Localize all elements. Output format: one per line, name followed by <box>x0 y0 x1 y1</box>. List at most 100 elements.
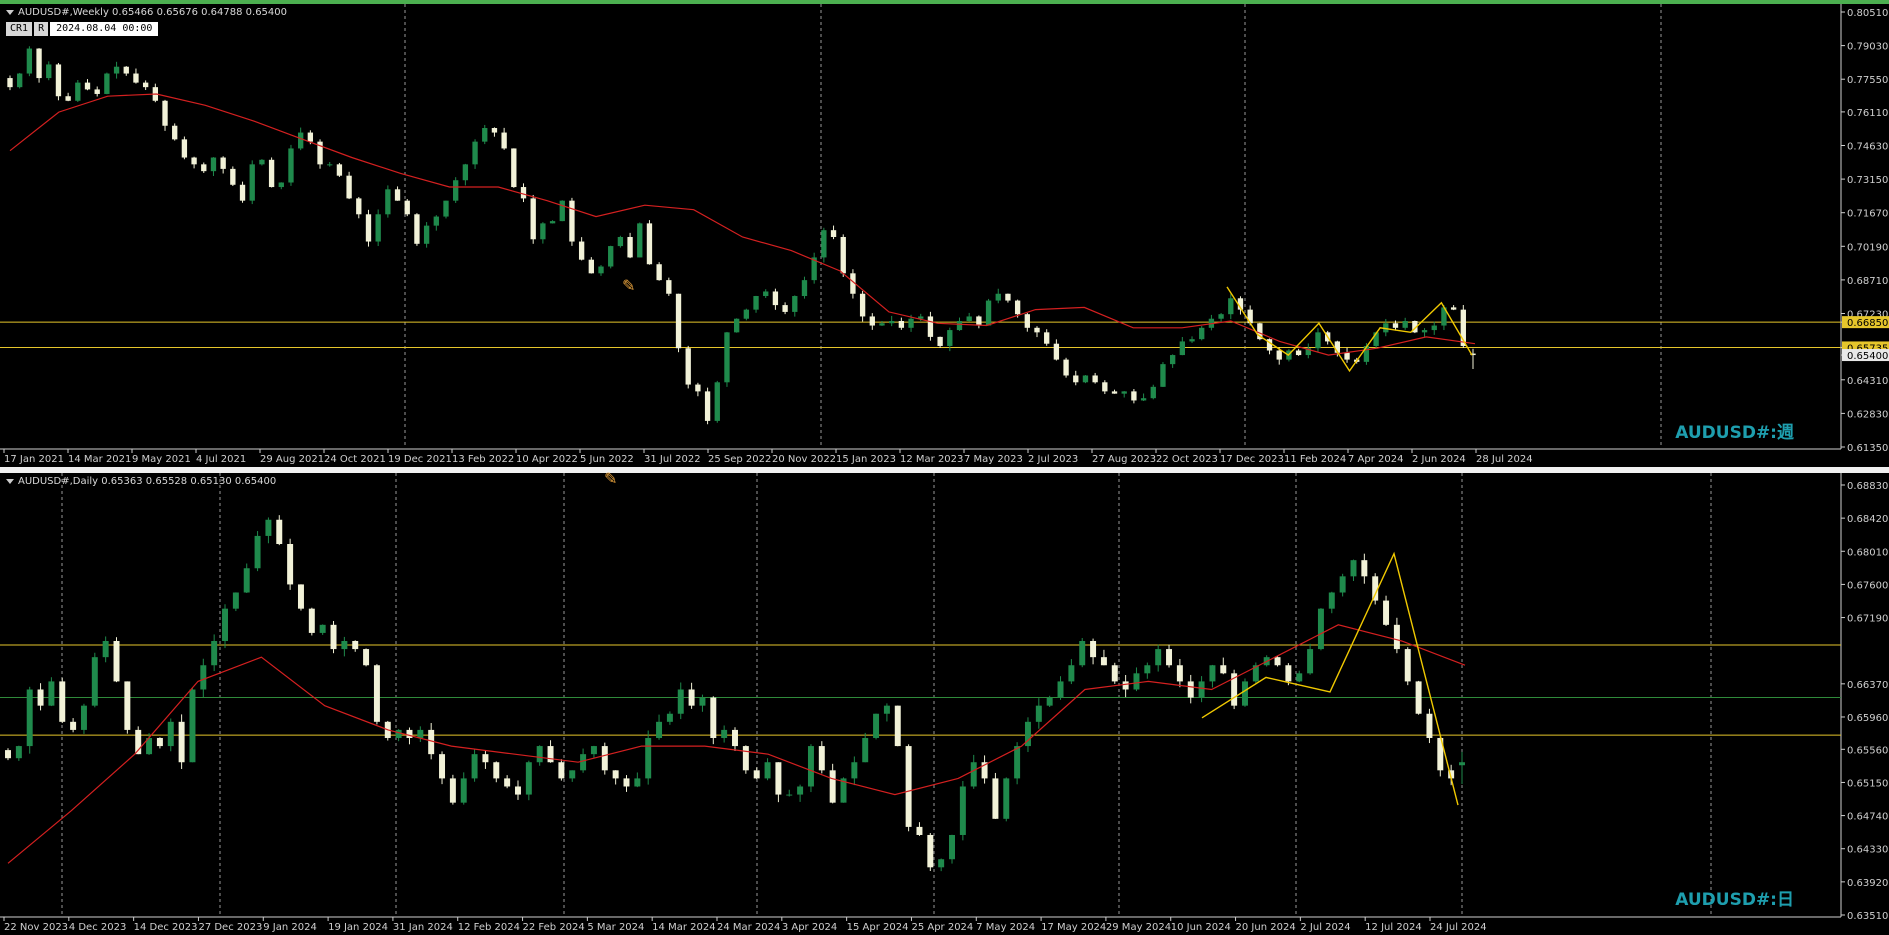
candle-body <box>666 713 673 722</box>
candle-body <box>189 689 196 763</box>
candle-body <box>530 198 536 240</box>
daily-chart-svg[interactable]: 0.68830 0.68420 0.68010 0.67600 0.67190 0.663… <box>0 473 1889 935</box>
candle-body <box>375 214 381 242</box>
candle-body <box>1057 681 1064 698</box>
time-label: 17 Dec 2023 <box>1220 454 1284 465</box>
weekly-chart-svg[interactable]: 0.80510 0.79030 0.77550 0.76110 0.74630 0.731… <box>0 4 1889 467</box>
candle-body <box>1176 665 1183 682</box>
candle-body <box>695 384 701 392</box>
time-label: 17 May 2024 <box>1041 922 1106 933</box>
time-label: 2 Jul 2024 <box>1300 922 1350 933</box>
candle-body <box>1431 325 1437 331</box>
candle-body <box>1131 391 1137 401</box>
candle-body <box>26 48 33 74</box>
price-label: 0.63510 <box>1847 911 1888 922</box>
candle-body <box>959 786 966 835</box>
candle-body <box>268 159 275 188</box>
candle-body <box>775 762 782 795</box>
candle-body <box>1046 697 1053 706</box>
price-label: 0.68420 <box>1847 514 1888 525</box>
candle-body <box>786 794 793 796</box>
cursor-marker-icon: ✎ <box>604 469 618 488</box>
candle-body <box>1383 600 1390 625</box>
candle-body <box>685 348 691 385</box>
candle-body <box>1459 762 1465 766</box>
candle-body <box>677 689 684 714</box>
candle-body <box>807 746 814 787</box>
candle-body <box>1166 649 1173 666</box>
price-label: 0.68710 <box>1847 276 1888 287</box>
candle-body <box>721 729 728 738</box>
candle-body <box>48 681 55 706</box>
candle-body <box>1102 382 1108 392</box>
time-label: 3 Apr 2024 <box>782 922 837 933</box>
candle-body <box>916 826 923 835</box>
candle-body <box>704 391 711 421</box>
cr1-button[interactable]: CR1 <box>6 22 33 36</box>
candle-body <box>1328 592 1335 609</box>
candle-body <box>276 519 283 545</box>
candle-body <box>829 770 836 803</box>
candle-body <box>297 132 304 149</box>
candle-body <box>818 746 825 771</box>
candle-body <box>417 729 424 738</box>
candle-body <box>385 189 391 215</box>
candle-body <box>927 834 934 868</box>
candle-body <box>598 266 604 274</box>
candle-body <box>938 859 945 868</box>
candle-body <box>278 182 284 188</box>
price-label: 0.65960 <box>1847 713 1888 724</box>
weekly-header-text: AUDUSD#,Weekly 0.65466 0.65676 0.64788 0… <box>18 7 288 18</box>
candle-body <box>91 657 98 706</box>
daily-watermark: AUDUSD#:日 <box>1675 890 1794 910</box>
candle-body <box>363 649 370 666</box>
candle-body <box>265 519 272 536</box>
candle-body <box>956 320 963 331</box>
candle-body <box>84 82 91 90</box>
candle-body <box>580 754 587 771</box>
weekly-chart-header: AUDUSD#,Weekly 0.65466 0.65676 0.64788 0… <box>6 7 287 18</box>
price-label: 0.66850 <box>1847 318 1888 329</box>
candle-body <box>162 100 168 126</box>
candle-body <box>1426 713 1433 738</box>
candle-body <box>1317 608 1324 650</box>
candle-body <box>859 293 866 317</box>
candle-body <box>732 729 738 747</box>
candle-body <box>201 164 207 172</box>
candle-body <box>1276 350 1282 360</box>
r-button[interactable]: R <box>34 22 49 36</box>
candle-body <box>862 737 869 763</box>
collapse-triangle-icon[interactable] <box>6 9 14 15</box>
candle-body <box>472 141 478 165</box>
candle-body <box>569 770 576 779</box>
time-label: 12 Jul 2024 <box>1365 922 1422 933</box>
candle-body <box>17 73 23 88</box>
candle-body <box>504 778 511 787</box>
candle-body <box>439 754 446 779</box>
candle-body <box>724 332 730 383</box>
candle-body <box>330 624 337 650</box>
candle-body <box>830 230 837 237</box>
candle-body <box>319 624 326 633</box>
collapse-triangle-icon[interactable] <box>6 478 14 484</box>
candle-body <box>1285 665 1292 682</box>
candle-body <box>627 236 633 258</box>
candle-body <box>222 608 228 641</box>
time-label: 5 Jun 2022 <box>580 454 634 465</box>
candle-body <box>743 309 750 319</box>
candle-body <box>547 746 554 763</box>
candle-body <box>937 336 943 346</box>
candle-body <box>821 230 827 258</box>
weekly-chart-pane[interactable]: 0.80510 0.79030 0.77550 0.76110 0.74630 0.731… <box>0 4 1889 467</box>
daily-chart-pane[interactable]: 0.68830 0.68420 0.68010 0.67600 0.67190 0.663… <box>0 469 1889 935</box>
time-label: 20 Nov 2022 <box>772 454 836 465</box>
candle-body <box>365 214 372 242</box>
candle-body <box>1073 375 1079 383</box>
candle-body <box>308 608 315 633</box>
candle-body <box>792 296 798 312</box>
candle-body <box>1079 640 1086 666</box>
candle-body <box>1111 665 1118 682</box>
candle-body <box>65 96 71 101</box>
candle-body <box>1144 665 1151 674</box>
candle-body <box>623 778 630 787</box>
